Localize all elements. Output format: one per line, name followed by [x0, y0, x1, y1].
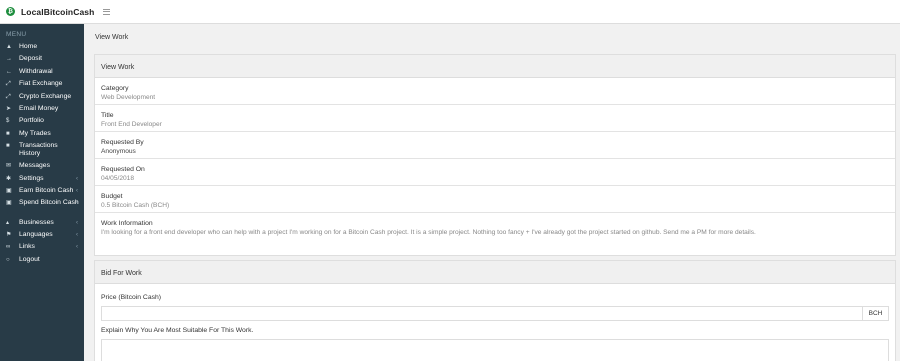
gear-icon: ✱ [6, 175, 12, 182]
sidebar-item-transactions-history[interactable]: ■ Transactions History [0, 140, 84, 160]
sidebar-item-fiat-exchange[interactable]: ⤢ Fiat Exchange [0, 78, 84, 90]
field-label: Work Information [101, 220, 153, 227]
price-label: Price (Bitcoin Cash) [101, 294, 162, 301]
sidebar-item-logout[interactable]: ○ Logout [0, 254, 84, 266]
arrow-right-icon: → [6, 56, 12, 63]
work-information-field: Work Information I'm looking for a front… [95, 213, 895, 239]
price-input[interactable] [101, 306, 863, 321]
sidebar-nav: ▲ Home → Deposit ← Withdrawal ⤢ Fiat Exchang… [0, 41, 84, 266]
sidebar-item-links[interactable]: ∞ Links ‹ [0, 241, 84, 253]
view-work-panel-title: View Work [95, 55, 895, 78]
sidebar-item-my-trades[interactable]: ■ My Trades [0, 128, 84, 140]
bid-for-work-panel: Bid For Work Price (Bitcoin Cash) BCH Ex… [94, 260, 896, 361]
link-icon: ∞ [6, 244, 11, 251]
envelope-icon: ✉ [6, 163, 12, 170]
page-title: View Work [95, 34, 129, 41]
dollar-icon: $ [6, 118, 10, 125]
sidebar-item-languages[interactable]: ⚑ Languages ‹ [0, 229, 84, 241]
sidebar-item-label: Links [19, 243, 35, 251]
field-value: Anonymous [101, 148, 136, 155]
sidebar-item-label: Email Money [19, 104, 59, 112]
flag-icon: ⚑ [6, 232, 12, 239]
sidebar-heading: MENU [6, 31, 27, 38]
exchange-icon: ⤢ [6, 81, 11, 88]
currency-addon: BCH [863, 306, 889, 321]
requested-on-field: Requested On 04/05/2018 [95, 159, 895, 186]
field-label: Title [101, 112, 114, 119]
sidebar-item-spend-bitcoin-cash[interactable]: ▣ Spend Bitcoin Cash ‹ [0, 197, 84, 209]
exchange-icon: ⤢ [6, 93, 11, 100]
sidebar-item-label: Portfolio [19, 117, 44, 125]
sidebar-item-label: Crypto Exchange [19, 92, 72, 100]
menu-toggle-icon[interactable] [103, 8, 111, 15]
field-value: I'm looking for a front end developer wh… [101, 229, 756, 236]
sidebar-item-label: Fiat Exchange [19, 80, 63, 88]
category-field: Category Web Development [95, 78, 895, 105]
budget-field: Budget 0.5 Bitcoin Cash (BCH) [95, 186, 895, 213]
sidebar-item-label: Spend Bitcoin Cash [19, 199, 79, 207]
sidebar-item-messages[interactable]: ✉ Messages [0, 160, 84, 172]
field-label: Category [101, 85, 129, 92]
sidebar-item-label: Earn Bitcoin Cash [19, 186, 74, 194]
sidebar-item-withdrawal[interactable]: ← Withdrawal [0, 66, 84, 78]
sidebar-item-label: Transactions History [19, 142, 58, 158]
sidebar-item-deposit[interactable]: → Deposit [0, 53, 84, 65]
briefcase-icon: ■ [6, 130, 10, 137]
field-label: Requested By [101, 139, 144, 146]
sidebar-item-portfolio[interactable]: $ Portfolio [0, 115, 84, 127]
building-icon: ▴ [6, 219, 10, 226]
explain-label: Explain Why You Are Most Suitable For Th… [101, 327, 254, 334]
arrow-left-icon: ← [6, 68, 12, 75]
sidebar-item-label: Languages [19, 231, 53, 239]
bid-panel-title: Bid For Work [95, 261, 895, 284]
main-content: View Work View Work Category Web Develop… [84, 24, 900, 361]
price-input-group: BCH [101, 306, 889, 321]
chevron-left-icon: ‹ [76, 232, 78, 239]
chevron-left-icon: ‹ [76, 244, 78, 251]
sidebar-item-settings[interactable]: ✱ Settings ‹ [0, 173, 84, 185]
sidebar: MENU ▲ Home → Deposit ← Withdrawal ⤢ Fiat Ex… [0, 24, 84, 361]
title-field: Title Front End Developer [95, 105, 895, 132]
chevron-left-icon: ‹ [76, 187, 78, 194]
bitcoin-cash-logo-icon[interactable]: ₿ [6, 7, 15, 16]
field-value: Web Development [101, 94, 156, 101]
send-icon: ➤ [6, 105, 12, 112]
sidebar-item-label: Deposit [19, 55, 43, 63]
sidebar-item-home[interactable]: ▲ Home [0, 41, 84, 53]
monitor-icon: ▣ [6, 187, 12, 194]
brand-name[interactable]: LocalBitcoinCash [21, 7, 94, 17]
sidebar-item-label: Settings [19, 174, 44, 182]
chevron-left-icon: ‹ [76, 200, 78, 207]
chevron-left-icon: ‹ [76, 175, 78, 182]
chevron-left-icon: ‹ [76, 219, 78, 226]
sidebar-item-label: My Trades [19, 129, 51, 137]
view-work-panel: View Work Category Web Development Title… [94, 54, 896, 256]
explain-textarea[interactable] [101, 339, 889, 361]
list-icon: ■ [6, 143, 10, 150]
home-icon: ▲ [6, 44, 12, 50]
field-label: Requested On [101, 166, 145, 173]
sidebar-item-label: Logout [19, 255, 40, 263]
field-value: 04/05/2018 [101, 175, 135, 182]
sidebar-item-crypto-exchange[interactable]: ⤢ Crypto Exchange [0, 91, 84, 103]
power-icon: ○ [6, 256, 10, 263]
sidebar-item-label: Businesses [19, 218, 54, 226]
top-header: ₿ LocalBitcoinCash [0, 0, 900, 24]
sidebar-item-label: Messages [19, 162, 50, 170]
requested-by-field: Requested By Anonymous [95, 132, 895, 159]
sidebar-item-email-money[interactable]: ➤ Email Money [0, 103, 84, 115]
sidebar-item-businesses[interactable]: ▴ Businesses ‹ [0, 217, 84, 229]
field-value: 0.5 Bitcoin Cash (BCH) [101, 202, 170, 209]
monitor-icon: ▣ [6, 200, 12, 207]
sidebar-item-earn-bitcoin-cash[interactable]: ▣ Earn Bitcoin Cash ‹ [0, 185, 84, 197]
sidebar-item-label: Home [19, 43, 38, 50]
sidebar-item-label: Withdrawal [19, 67, 53, 75]
field-label: Budget [101, 193, 123, 200]
field-value: Front End Developer [101, 121, 162, 128]
